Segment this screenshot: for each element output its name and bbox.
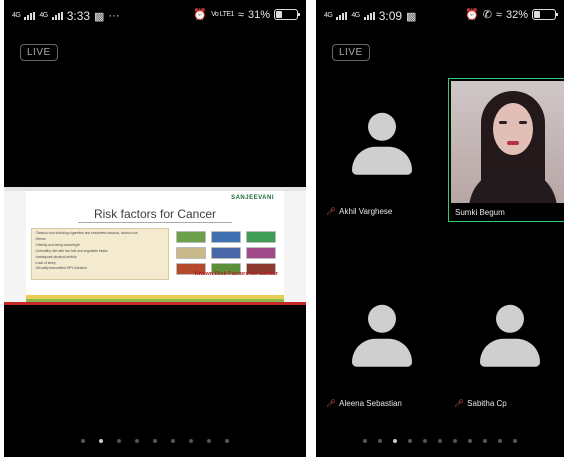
page-dot[interactable] <box>438 439 442 443</box>
title-divider <box>78 222 232 223</box>
participant-name: Akhil Varghese <box>339 207 393 216</box>
avatar-icon <box>352 112 412 175</box>
page-dot[interactable] <box>363 439 367 443</box>
battery-icon <box>274 9 300 20</box>
right-phone-screen: 4G 4G 3:09 ▩ ⏰ ✆ ≈ 32% LIVE 🎤︎ Akhil Varg… <box>316 0 564 457</box>
participant-tile[interactable]: 🎤︎ Aleena Sebastian <box>320 270 444 414</box>
risk-image-tile <box>246 231 276 243</box>
signal-icon <box>336 12 348 20</box>
page-indicator[interactable] <box>4 439 306 443</box>
page-dot[interactable] <box>498 439 502 443</box>
signal-icon-2 <box>363 12 375 20</box>
page-dot[interactable] <box>423 439 427 443</box>
battery-icon <box>532 9 558 20</box>
risk-factor-list: Tobacco use including cigarettes and smo… <box>31 228 169 280</box>
page-dot[interactable] <box>207 439 211 443</box>
share-control-bar[interactable] <box>4 302 306 305</box>
avatar-icon <box>352 304 412 367</box>
mic-muted-icon: 🎤︎ <box>326 399 337 408</box>
participant-tile[interactable]: 🎤︎ Sabitha Cp <box>448 270 564 414</box>
page-dot[interactable] <box>393 439 397 443</box>
participant-video <box>451 81 564 203</box>
alarm-icon: ⏰ <box>193 9 208 21</box>
page-dot[interactable] <box>225 439 229 443</box>
risk-image-tile <box>246 247 276 259</box>
battery-percent: 31% <box>247 8 270 21</box>
volte-indicator: Vo LTE1 <box>211 10 234 18</box>
page-dot[interactable] <box>99 439 103 443</box>
alarm-icon: ⏰ <box>465 9 479 21</box>
risk-image-tile <box>176 231 206 243</box>
network-type: 4G <box>324 12 333 19</box>
slide-title: Risk factors for Cancer <box>93 207 217 221</box>
risk-factor-image-grid <box>176 231 278 275</box>
page-dot[interactable] <box>453 439 457 443</box>
risk-image-tile <box>176 247 206 259</box>
mic-muted-icon: 🎤︎ <box>454 399 465 408</box>
participant-tile[interactable]: 🎤︎ Akhil Varghese <box>320 78 444 222</box>
participant-name: Aleena Sebastian <box>339 399 402 408</box>
wifi-icon: ≈ <box>237 8 244 21</box>
status-bar: 4G 4G 3:09 ▩ ⏰ ✆ ≈ 32% <box>316 0 564 26</box>
page-dot[interactable] <box>189 439 193 443</box>
page-dot[interactable] <box>378 439 382 443</box>
wifi-icon: ≈ <box>495 8 502 21</box>
page-dot[interactable] <box>513 439 517 443</box>
screenshot-icon: ▩ <box>406 10 417 23</box>
left-phone-screen: 4G 4G 3:33 ▩ ··· ⏰ Vo LTE1 ≈ 31% LIVE SA… <box>4 0 306 457</box>
slide-brand-logo: SANJEEVANI <box>231 195 274 201</box>
page-dot[interactable] <box>483 439 487 443</box>
participant-name: Sabitha Cp <box>467 399 507 408</box>
page-dot[interactable] <box>468 439 472 443</box>
screenshot-icon: ▩ <box>94 10 105 23</box>
call-icon: ✆ <box>482 9 492 21</box>
participant-name: Sumki Begum <box>455 208 505 217</box>
page-dot[interactable] <box>171 439 175 443</box>
risk-image-tile <box>211 231 241 243</box>
live-badge[interactable]: LIVE <box>332 44 370 61</box>
participant-tile-active-speaker[interactable]: Sumki Begum <box>448 78 564 222</box>
signal-icon <box>24 12 36 20</box>
live-badge[interactable]: LIVE <box>20 44 58 61</box>
page-dot[interactable] <box>135 439 139 443</box>
screen-share-view[interactable]: SANJEEVANI Risk factors for Cancer Tobac… <box>4 187 306 305</box>
mic-muted-icon: 🎤︎ <box>326 207 337 216</box>
page-dot[interactable] <box>81 439 85 443</box>
network-type-2: 4G <box>39 12 48 19</box>
list-item: Sexually transmitted HPV infection <box>35 266 165 272</box>
clock: 3:09 <box>378 9 403 23</box>
network-type: 4G <box>12 12 21 19</box>
battery-percent: 32% <box>505 8 528 21</box>
presentation-slide: SANJEEVANI Risk factors for Cancer Tobac… <box>26 191 284 299</box>
network-type-2: 4G <box>351 12 360 19</box>
clock: 3:33 <box>66 9 91 23</box>
signal-icon-2 <box>51 12 63 20</box>
page-indicator[interactable] <box>316 439 564 443</box>
more-notifications: ··· <box>108 10 120 22</box>
risk-image-tile <box>211 247 241 259</box>
page-dot[interactable] <box>408 439 412 443</box>
status-bar: 4G 4G 3:33 ▩ ··· ⏰ Vo LTE1 ≈ 31% <box>4 0 306 26</box>
page-dot[interactable] <box>117 439 121 443</box>
page-dot[interactable] <box>153 439 157 443</box>
avatar-icon <box>480 304 540 367</box>
known-risk-caption: Known Risk Factors for Cancer <box>194 271 278 277</box>
